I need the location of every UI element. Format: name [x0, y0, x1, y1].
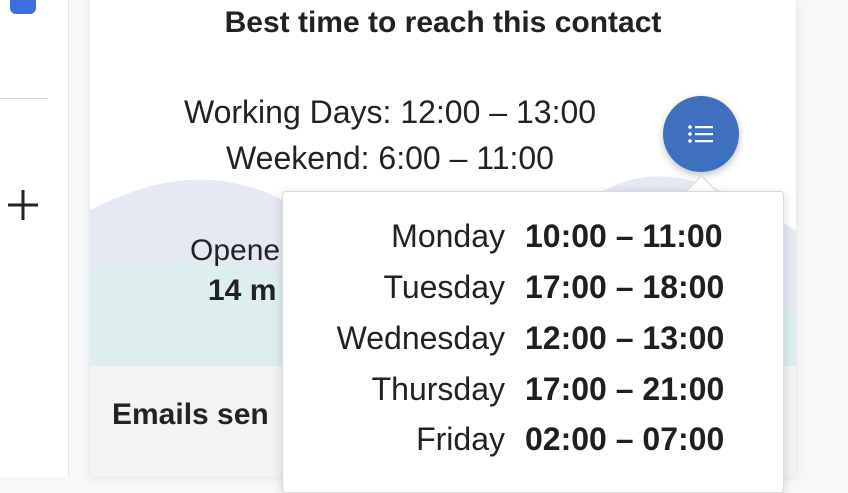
- working-days-label: Working Days:: [183, 94, 392, 130]
- schedule-row-thursday: Thursday 17:00 – 21:00: [283, 371, 783, 421]
- working-days-line: Working Days: 12:00 – 13:00: [90, 94, 690, 131]
- schedule-time: 10:00 – 11:00: [525, 218, 723, 254]
- weekly-schedule-popover: Monday 10:00 – 11:00 Tuesday 17:00 – 18:…: [282, 191, 784, 493]
- schedule-day: Tuesday: [383, 269, 505, 305]
- schedule-time: 02:00 – 07:00: [525, 421, 725, 457]
- emails-sent-label: Emails sen: [112, 398, 269, 431]
- schedule-row-tuesday: Tuesday 17:00 – 18:00: [283, 269, 783, 319]
- left-rail: [0, 0, 69, 477]
- schedule-time: 12:00 – 13:00: [525, 320, 725, 356]
- schedule-time: 17:00 – 21:00: [525, 371, 725, 407]
- list-icon: [688, 125, 713, 143]
- schedule-day: Wednesday: [336, 320, 505, 356]
- schedule-toggle-button[interactable]: [663, 96, 739, 172]
- schedule-row-wednesday: Wednesday 12:00 – 13:00: [283, 320, 783, 370]
- schedule-day: Thursday: [371, 371, 505, 407]
- working-days-value: 12:00 – 13:00: [400, 94, 597, 130]
- card-title: Best time to reach this contact: [224, 6, 662, 39]
- opened-subtext: 14 m: [208, 274, 277, 307]
- plus-icon[interactable]: [4, 186, 42, 224]
- schedule-row-monday: Monday 10:00 – 11:00: [283, 218, 783, 268]
- schedule-row-friday: Friday 02:00 – 07:00: [283, 421, 783, 471]
- opened-text: Opene: [190, 234, 281, 267]
- rail-divider: [0, 98, 48, 99]
- schedule-day: Friday: [416, 421, 505, 457]
- schedule-time: 17:00 – 18:00: [525, 269, 725, 305]
- app-badge[interactable]: [10, 0, 36, 14]
- schedule-day: Monday: [391, 218, 505, 254]
